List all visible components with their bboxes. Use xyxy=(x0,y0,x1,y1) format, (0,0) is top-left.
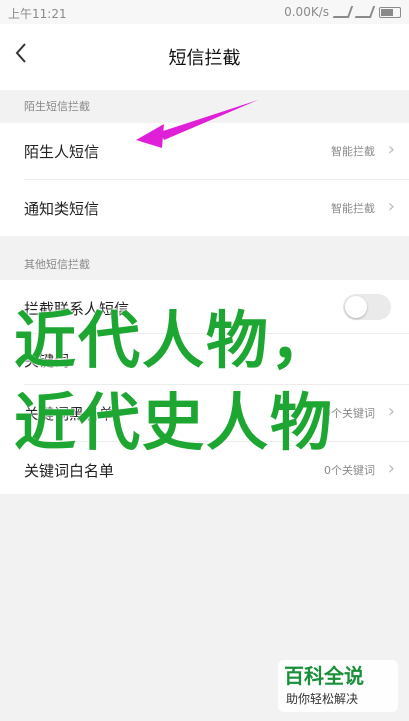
overlay-text-line1: 近代人物， xyxy=(14,304,335,377)
watermark-name: 百科全说 xyxy=(284,664,364,688)
overlay-text-line2: 近代史人物 xyxy=(14,386,335,459)
watermark: 百科全说 助你轻松解决 xyxy=(278,660,398,712)
watermark-tagline: 助你轻松解决 xyxy=(286,692,359,706)
